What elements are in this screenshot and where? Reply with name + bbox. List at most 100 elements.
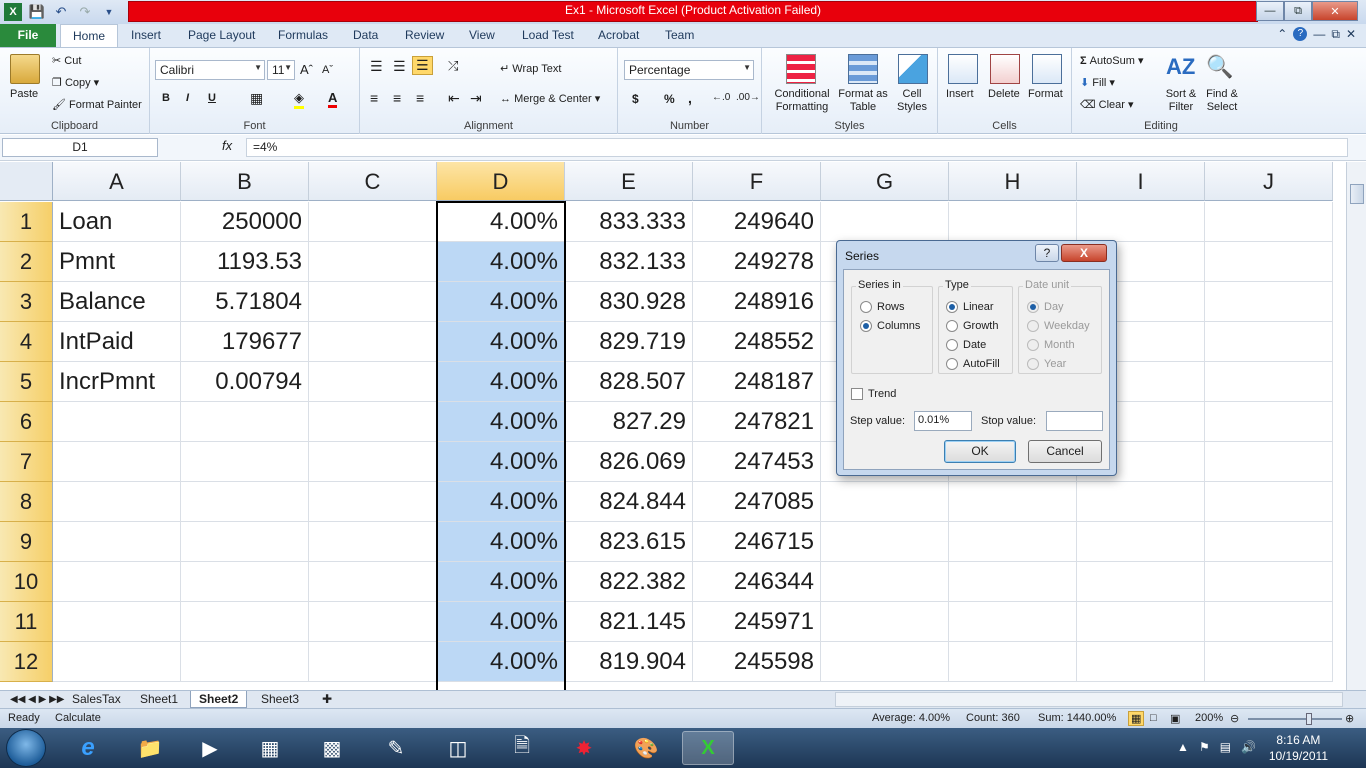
- cell-e11[interactable]: 821.145: [565, 602, 693, 642]
- horizontal-scrollbar[interactable]: [835, 692, 1343, 707]
- linear-radio[interactable]: Linear: [946, 301, 994, 313]
- delete-cells-icon[interactable]: [990, 54, 1020, 84]
- cell-j2[interactable]: [1205, 242, 1333, 282]
- date-radio[interactable]: Date: [946, 339, 986, 351]
- sort-filter-button[interactable]: Sort & Filter: [1164, 88, 1198, 114]
- cell-a7[interactable]: [53, 442, 181, 482]
- workbook-restore-icon[interactable]: ⧉: [1331, 27, 1340, 42]
- fill-color-icon[interactable]: ◈: [294, 90, 304, 109]
- normal-view-icon[interactable]: ▦: [1128, 711, 1145, 726]
- tab-acrobat[interactable]: Acrobat: [598, 24, 639, 47]
- cell-a5[interactable]: IncrPmnt: [53, 362, 181, 402]
- cell-f3[interactable]: 248916: [693, 282, 821, 322]
- cell-h12[interactable]: [949, 642, 1077, 682]
- cell-g8[interactable]: [821, 482, 949, 522]
- cell-h11[interactable]: [949, 602, 1077, 642]
- cell-g10[interactable]: [821, 562, 949, 602]
- percent-button[interactable]: %: [664, 92, 675, 106]
- cell-h1[interactable]: [949, 202, 1077, 242]
- comma-button[interactable]: ,: [688, 90, 692, 106]
- row-header-1[interactable]: 1: [0, 202, 53, 242]
- zoom-in-icon[interactable]: ⊕: [1345, 712, 1354, 725]
- page-layout-view-icon[interactable]: □: [1150, 712, 1157, 724]
- cell-b5[interactable]: 0.00794: [181, 362, 309, 402]
- growth-radio[interactable]: Growth: [946, 320, 998, 332]
- worksheet-grid[interactable]: A B C D E F G H I J 1 Loan 250000 4.00% 833.333 249640 2…: [0, 162, 1346, 690]
- cell-g12[interactable]: [821, 642, 949, 682]
- file-explorer-icon[interactable]: 📁: [124, 731, 176, 765]
- cell-e12[interactable]: 819.904: [565, 642, 693, 682]
- cell-f2[interactable]: 249278: [693, 242, 821, 282]
- paste-button[interactable]: Paste: [10, 88, 38, 100]
- media-player-icon[interactable]: ▶: [184, 731, 236, 765]
- binoculars-icon[interactable]: 🔍: [1206, 54, 1236, 84]
- taskbar-clock[interactable]: 8:16 AM 10/19/2011: [1269, 732, 1328, 764]
- sheet-tab-sheet2[interactable]: Sheet2: [190, 691, 248, 708]
- cell-h8[interactable]: [949, 482, 1077, 522]
- cell-d1[interactable]: 4.00%: [437, 202, 565, 242]
- row-header-4[interactable]: 4: [0, 322, 53, 362]
- align-top-icon[interactable]: ☰: [370, 58, 383, 75]
- insert-button[interactable]: Insert: [946, 88, 974, 100]
- conditional-formatting-button[interactable]: Conditional Formatting: [770, 88, 834, 114]
- stop-value-input[interactable]: [1046, 411, 1103, 431]
- clear-button[interactable]: ⌫ Clear ▾: [1080, 98, 1134, 111]
- tab-file[interactable]: File: [0, 24, 56, 47]
- cell-b10[interactable]: [181, 562, 309, 602]
- cell-e1[interactable]: 833.333: [565, 202, 693, 242]
- cell-b9[interactable]: [181, 522, 309, 562]
- cell-j7[interactable]: [1205, 442, 1333, 482]
- day-radio[interactable]: Day: [1027, 301, 1064, 313]
- cell-d6[interactable]: 4.00%: [437, 402, 565, 442]
- cell-b1[interactable]: 250000: [181, 202, 309, 242]
- trend-checkbox[interactable]: Trend: [851, 388, 896, 400]
- cell-b3[interactable]: 5.71804: [181, 282, 309, 322]
- page-break-view-icon[interactable]: ▣: [1170, 712, 1180, 725]
- conditional-formatting-icon[interactable]: [786, 54, 816, 84]
- find-select-button[interactable]: Find & Select: [1202, 88, 1242, 114]
- column-header-c[interactable]: C: [309, 162, 437, 201]
- name-box[interactable]: D1: [2, 138, 158, 157]
- wordpad-icon[interactable]: 🗎: [496, 731, 548, 765]
- cell-b7[interactable]: [181, 442, 309, 482]
- workbook-close-icon[interactable]: ✕: [1346, 27, 1356, 42]
- cell-i9[interactable]: [1077, 522, 1205, 562]
- minimize-button[interactable]: —: [1256, 1, 1284, 21]
- cell-f9[interactable]: 246715: [693, 522, 821, 562]
- cancel-button[interactable]: Cancel: [1028, 440, 1102, 463]
- cell-d7[interactable]: 4.00%: [437, 442, 565, 482]
- cell-j11[interactable]: [1205, 602, 1333, 642]
- font-size-select[interactable]: 11 ▼: [267, 60, 295, 80]
- align-left-icon[interactable]: ≡: [370, 90, 378, 106]
- cell-e10[interactable]: 822.382: [565, 562, 693, 602]
- cell-g9[interactable]: [821, 522, 949, 562]
- cell-c1[interactable]: [309, 202, 437, 242]
- row-header-8[interactable]: 8: [0, 482, 53, 522]
- wrap-text-button[interactable]: ↵ Wrap Text: [500, 62, 561, 75]
- cell-i12[interactable]: [1077, 642, 1205, 682]
- cell-c10[interactable]: [309, 562, 437, 602]
- notes-icon[interactable]: ◫: [432, 731, 484, 765]
- cell-j1[interactable]: [1205, 202, 1333, 242]
- borders-icon[interactable]: ▦: [250, 90, 263, 107]
- sheet-nav-arrows[interactable]: ◀◀ ◀ ▶ ▶▶: [2, 691, 72, 708]
- cell-e2[interactable]: 832.133: [565, 242, 693, 282]
- rows-radio[interactable]: Rows: [860, 301, 905, 313]
- column-header-d[interactable]: D: [437, 162, 565, 201]
- cell-e8[interactable]: 824.844: [565, 482, 693, 522]
- tab-data[interactable]: Data: [353, 24, 378, 47]
- zoom-level[interactable]: 200%: [1195, 712, 1223, 724]
- sheet-tab-sheet1[interactable]: Sheet1: [132, 691, 186, 708]
- internet-explorer-icon[interactable]: e: [62, 731, 114, 765]
- decrease-indent-icon[interactable]: ⇤: [448, 90, 460, 107]
- cell-b8[interactable]: [181, 482, 309, 522]
- align-bottom-icon[interactable]: ☰: [412, 56, 433, 75]
- cell-styles-button[interactable]: Cell Styles: [892, 88, 932, 114]
- row-header-5[interactable]: 5: [0, 362, 53, 402]
- cell-i8[interactable]: [1077, 482, 1205, 522]
- excel-taskbar-icon[interactable]: X: [682, 731, 734, 765]
- copy-button[interactable]: ❐ Copy ▾: [52, 76, 99, 89]
- cell-c8[interactable]: [309, 482, 437, 522]
- command-prompt-icon[interactable]: ▩: [306, 731, 358, 765]
- cell-i11[interactable]: [1077, 602, 1205, 642]
